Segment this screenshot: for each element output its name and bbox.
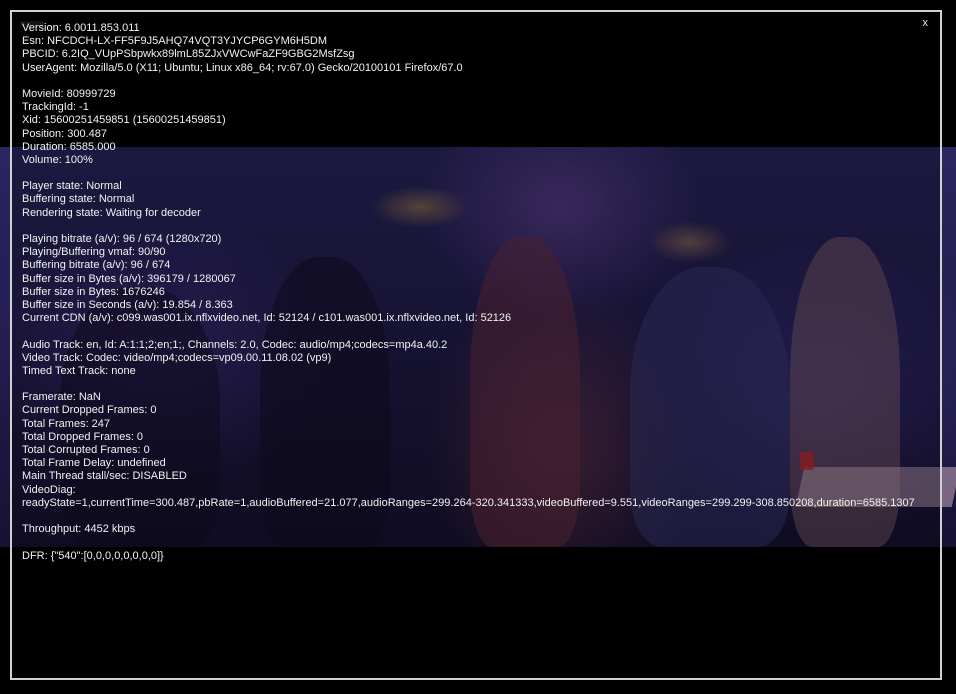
- info-line: Playing/Buffering vmaf: 90/90: [22, 246, 166, 259]
- info-line: Total Dropped Frames: 0: [22, 430, 144, 443]
- info-line: Version: 6.0011.853.011: [22, 22, 140, 34]
- info-line: UserAgent: Mozilla/5.0 (X11; Ubuntu; Lin…: [22, 61, 463, 74]
- diagnostics-info: Version: 6.0011.853.011 Esn: NFCDCH-LX-FF…: [22, 22, 927, 576]
- info-group: Version: 6.0011.853.011 Esn: NFCDCH-LX-FF…: [22, 22, 927, 75]
- info-line: Buffer size in Seconds (a/v): 19.854 / 8…: [22, 298, 233, 311]
- info-line: MovieId: 80999729: [22, 87, 116, 100]
- info-group: Framerate: NaN Current Dropped Frames: 0T…: [22, 391, 927, 510]
- info-group: MovieId: 80999729 TrackingId: -1 Xid: 1560…: [22, 88, 927, 167]
- info-line: Volume: 100%: [22, 153, 93, 166]
- info-line: TrackingId: -1: [22, 101, 89, 114]
- info-line: Buffer size in Bytes: 1676246: [22, 285, 165, 298]
- info-line: Position: 300.487: [22, 127, 108, 140]
- info-line: Player state: Normal: [22, 180, 122, 193]
- info-line: Current Dropped Frames: 0: [22, 404, 157, 417]
- info-line: VideoDiag:: [22, 483, 76, 496]
- info-line: Buffering state: Normal: [22, 193, 135, 206]
- info-line: Total Frames: 247: [22, 417, 111, 430]
- info-group: DFR: {"540":[0,0,0,0,0,0,0,0]}: [22, 550, 927, 563]
- diagnostics-overlay: x Version: 6.0011.853.011 Esn: NFCDCH-LX-…: [10, 10, 942, 680]
- info-line: Audio Track: en, Id: A:1:1;2;en;1;, Chan…: [22, 338, 448, 351]
- info-line: Total Frame Delay: undefined: [22, 457, 166, 470]
- info-line: Esn: NFCDCH-LX-FF5F9J5AHQ74VQT3YJYCP6GYM…: [22, 35, 328, 48]
- video-player-screen: x Version: 6.0011.853.011 Esn: NFCDCH-LX-…: [0, 0, 956, 694]
- info-line: Video Track: Codec: video/mp4;codecs=vp0…: [22, 351, 332, 364]
- info-line: Framerate: NaN: [22, 391, 101, 404]
- info-line: Duration: 6585.000: [22, 140, 116, 153]
- info-line: Main Thread stall/sec: DISABLED: [22, 470, 187, 483]
- info-line: Current CDN (a/v): c099.was001.ix.nflxvi…: [22, 312, 512, 325]
- info-line: Buffering bitrate (a/v): 96 / 674: [22, 259, 171, 272]
- info-line: Rendering state: Waiting for decoder: [22, 206, 201, 219]
- info-group: Audio Track: en, Id: A:1:1;2;en;1;, Chan…: [22, 339, 927, 379]
- info-group: Throughput: 4452 kbps: [22, 523, 927, 536]
- info-line: Xid: 15600251459851 (15600251459851): [22, 114, 226, 127]
- info-group: Playing bitrate (a/v): 96 / 674 (1280x72…: [22, 233, 927, 325]
- info-line: Playing bitrate (a/v): 96 / 674 (1280x72…: [22, 233, 222, 245]
- info-line: PBCID: 6.2IQ_VUpPSbpwkx89lmL85ZJxVWCwFaZ…: [22, 48, 355, 61]
- info-line: Timed Text Track: none: [22, 364, 136, 377]
- info-line: Total Corrupted Frames: 0: [22, 444, 150, 456]
- info-line: Throughput: 4452 kbps: [22, 523, 136, 536]
- info-line: DFR: {"540":[0,0,0,0,0,0,0,0]}: [22, 549, 164, 562]
- info-line: Buffer size in Bytes (a/v): 396179 / 128…: [22, 272, 236, 285]
- info-line: readyState=1,currentTime=300.487,pbRate=…: [22, 496, 915, 509]
- info-group: Player state: Normal Buffering state: Nor…: [22, 180, 927, 220]
